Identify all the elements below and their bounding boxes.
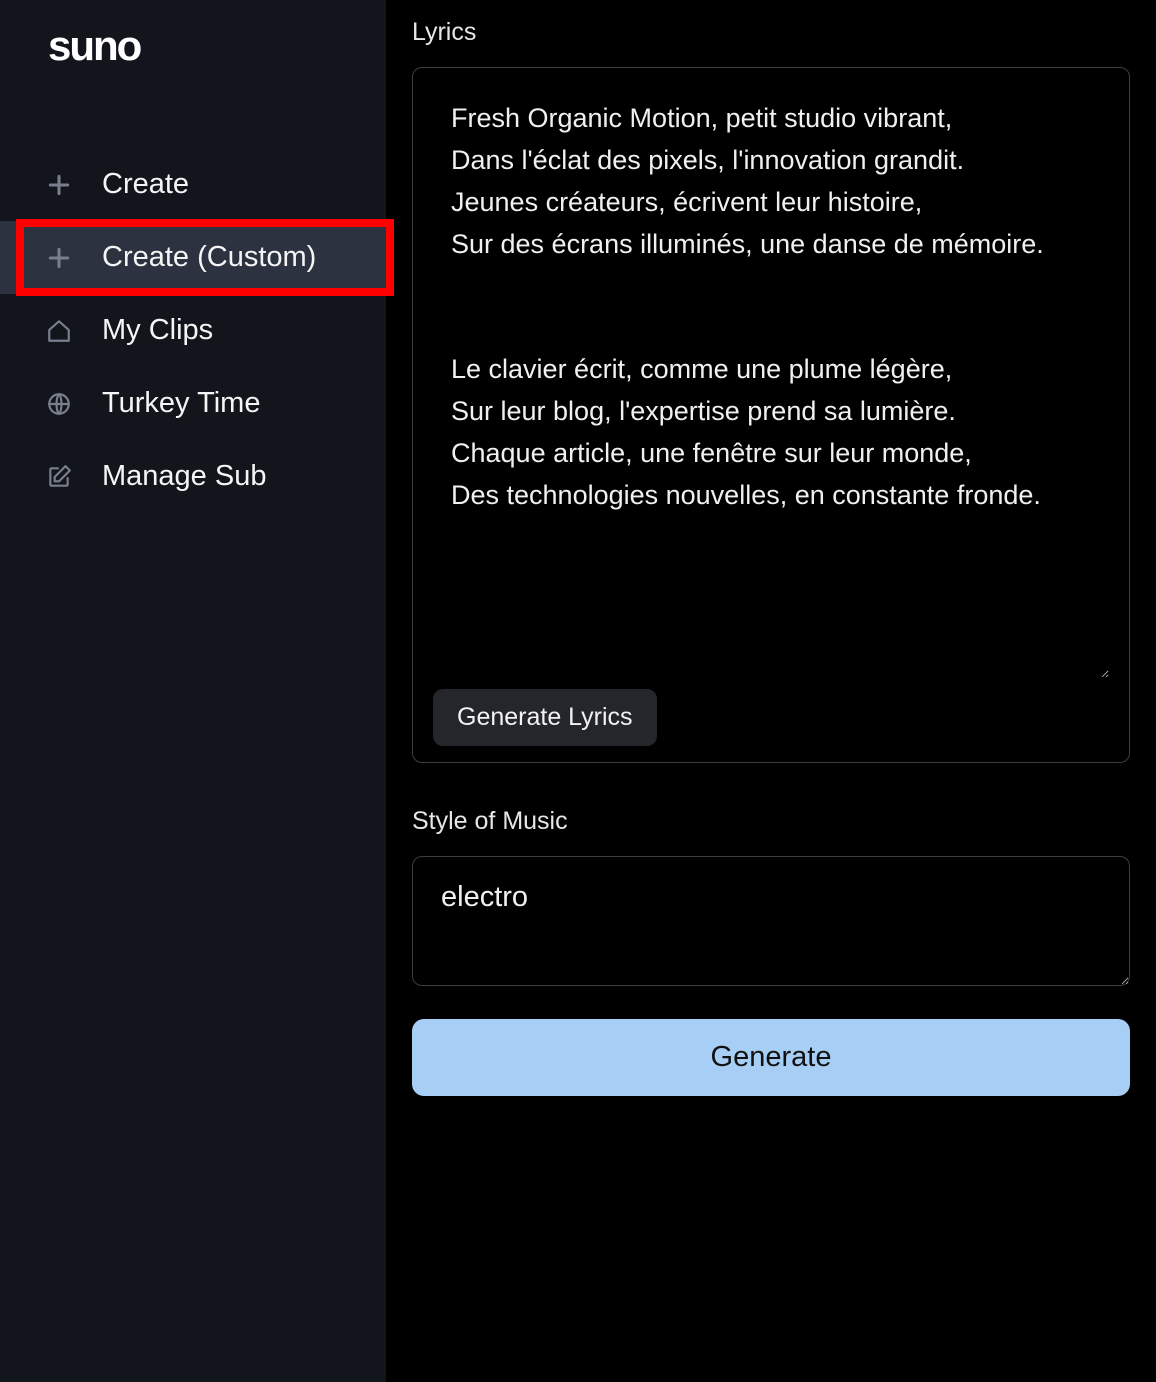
- logo: suno: [0, 22, 386, 70]
- home-icon: [44, 316, 74, 346]
- sidebar-item-label: Turkey Time: [102, 387, 260, 420]
- lyrics-container: Generate Lyrics: [412, 67, 1130, 763]
- main-panel: Lyrics Generate Lyrics Style of Music Ge…: [386, 0, 1156, 1382]
- sidebar-item-turkey-time[interactable]: Turkey Time: [0, 367, 386, 440]
- sidebar-item-create-custom[interactable]: Create (Custom): [0, 221, 386, 294]
- generate-button[interactable]: Generate: [412, 1019, 1130, 1096]
- logo-text: suno: [48, 22, 140, 69]
- lyrics-textarea[interactable]: [433, 88, 1109, 678]
- edit-icon: [44, 462, 74, 492]
- sidebar-item-label: Create: [102, 168, 189, 201]
- lyrics-label: Lyrics: [412, 18, 1130, 47]
- style-input[interactable]: [412, 856, 1130, 986]
- sidebar-item-create[interactable]: Create: [0, 148, 386, 221]
- sidebar-item-label: Manage Sub: [102, 460, 266, 493]
- sidebar: suno Create Create (Custom) My Clips Tur…: [0, 0, 386, 1382]
- generate-lyrics-button[interactable]: Generate Lyrics: [433, 689, 657, 746]
- sidebar-item-manage-sub[interactable]: Manage Sub: [0, 440, 386, 513]
- plus-icon: [44, 243, 74, 273]
- plus-icon: [44, 170, 74, 200]
- sidebar-item-my-clips[interactable]: My Clips: [0, 294, 386, 367]
- sidebar-item-label: Create (Custom): [102, 241, 316, 274]
- sidebar-item-label: My Clips: [102, 314, 213, 347]
- globe-icon: [44, 389, 74, 419]
- style-label: Style of Music: [412, 807, 1130, 836]
